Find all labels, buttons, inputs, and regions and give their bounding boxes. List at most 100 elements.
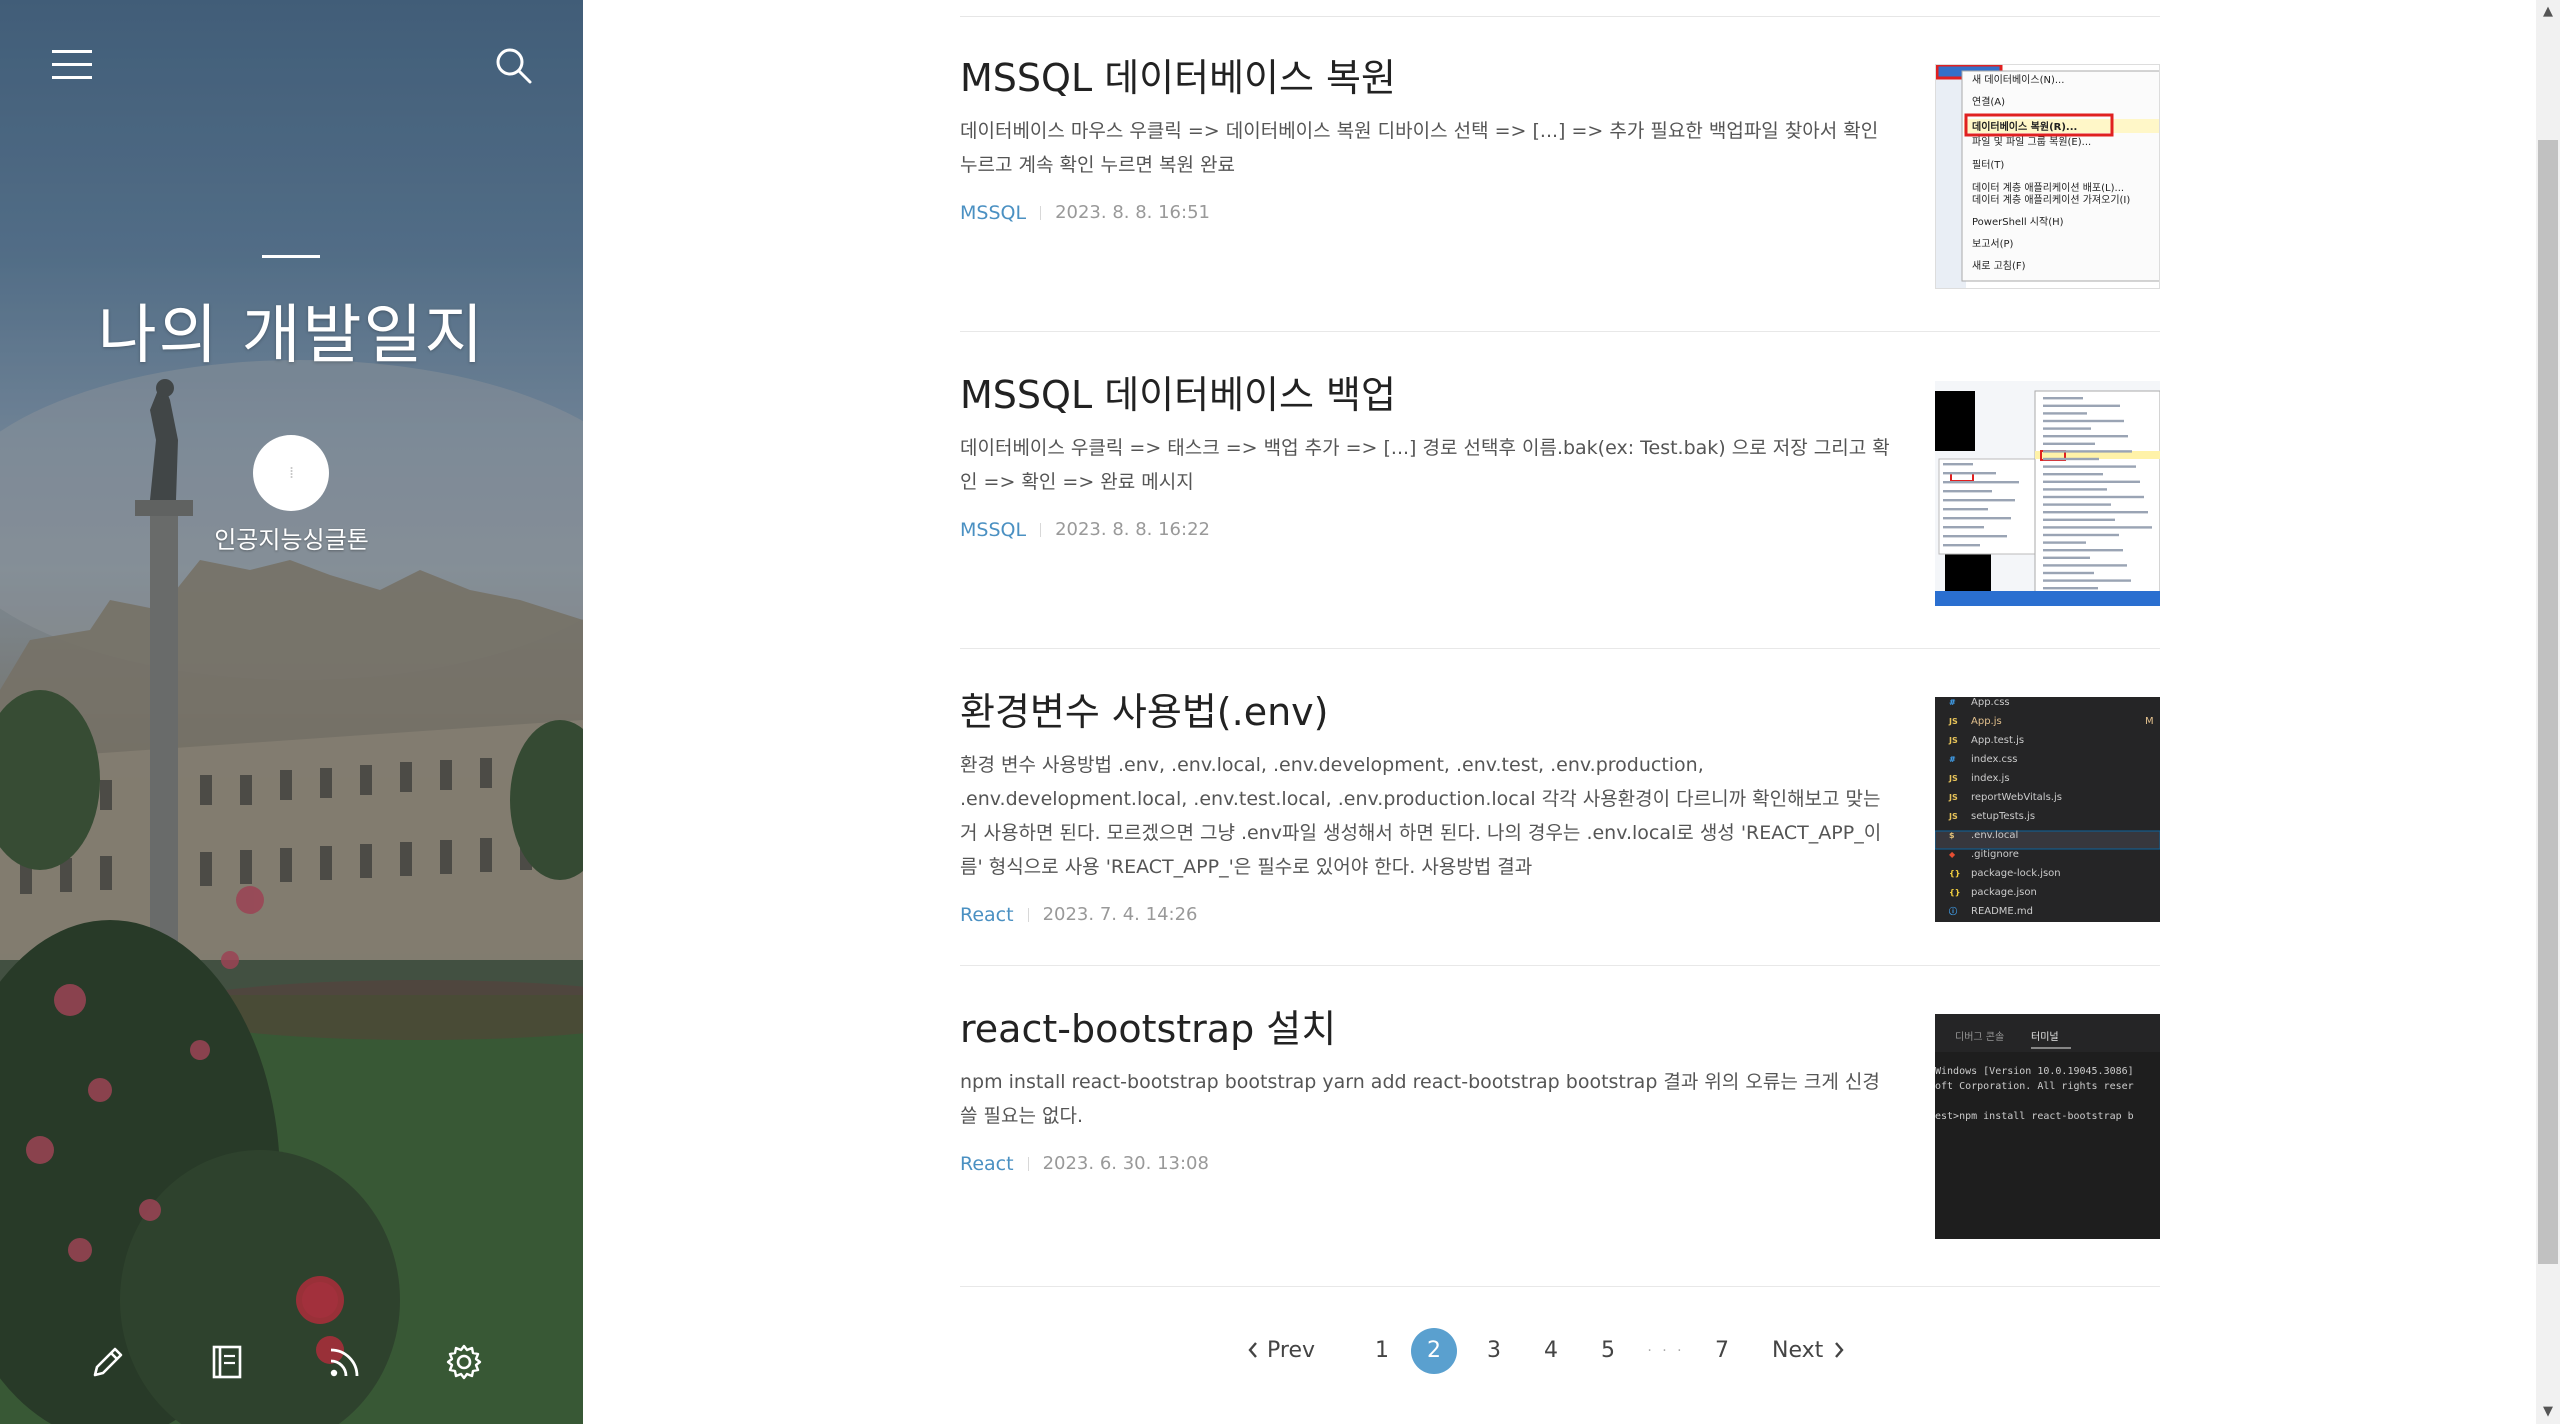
sidebar: 나의 개발일지 ⁞ 인공지능싱글톤 <box>0 0 583 1424</box>
menu-line <box>2043 465 2136 468</box>
post-item: MSSQL 데이터베이스 백업 데이터베이스 우클릭 => 태스크 => 백업 … <box>960 371 2160 649</box>
page-ellipsis: · · · <box>1647 1343 1685 1359</box>
post-title[interactable]: MSSQL 데이터베이스 백업 <box>960 371 1895 419</box>
file-name: App.test.js <box>1971 735 2024 746</box>
rss-button[interactable] <box>321 1338 369 1386</box>
menu-item-text: 보고서(P) <box>1972 238 2014 250</box>
next-label: Next <box>1772 1338 1824 1363</box>
post-title[interactable]: 환경변수 사용법(.env) <box>960 688 1895 736</box>
meta-separator <box>1040 206 1042 220</box>
next-page-button[interactable]: Next <box>1772 1328 1852 1374</box>
menu-item-text: 새 데이터베이스(N)... <box>1972 74 2064 86</box>
file-type-icon: ◆ <box>1949 850 1956 859</box>
post-thumbnail[interactable]: # App.css JS App.js JS App.test.js # index.css J… <box>1935 697 2160 922</box>
file-type-icon: JS <box>1948 736 1958 745</box>
page-2-current[interactable]: 2 <box>1411 1328 1457 1374</box>
terminal-line: Windows [Version 10.0.19045.3086] <box>1935 1066 2134 1077</box>
menu-line <box>2043 480 2140 483</box>
menu-item-text: 연결(A) <box>1972 96 2005 108</box>
menu-line <box>2043 404 2120 407</box>
post-date: 2023. 8. 8. 16:51 <box>1055 202 1210 223</box>
post-thumbnail[interactable]: 새 데이터베이스(N)... 연결(A) 데이터베이스 복원(R)... 파일 및 파… <box>1935 64 2160 289</box>
page-5[interactable]: 5 <box>1593 1328 1623 1374</box>
meta-separator <box>1040 523 1042 537</box>
post-list: MSSQL 데이터베이스 복원 데이터베이스 마우스 우클릭 => 데이터베이스… <box>583 0 2536 1424</box>
post-text: react-bootstrap 설치 npm install react-boo… <box>960 1005 1895 1181</box>
file-type-icon: JS <box>1948 793 1958 802</box>
file-name: package-lock.json <box>1971 868 2061 879</box>
post-date: 2023. 6. 30. 13:08 <box>1042 1153 1209 1174</box>
post-excerpt[interactable]: 데이터베이스 마우스 우클릭 => 데이터베이스 복원 디바이스 선택 => [… <box>960 114 1895 182</box>
page-1[interactable]: 1 <box>1367 1328 1397 1374</box>
scroll-down-arrow-icon[interactable]: ▼ <box>2540 1404 2556 1420</box>
scrollbar-thumb[interactable] <box>2538 140 2558 1264</box>
tree-line <box>1943 517 2011 520</box>
backup-screenshot <box>1935 381 2160 606</box>
post-meta: React 2023. 7. 4. 14:26 <box>960 898 1895 932</box>
menu-line <box>2043 397 2083 400</box>
scroll-up-arrow-icon[interactable]: ▲ <box>2540 4 2556 20</box>
blog-title[interactable]: 나의 개발일지 <box>0 284 583 376</box>
post-title[interactable]: MSSQL 데이터베이스 복원 <box>960 54 1895 102</box>
post-excerpt[interactable]: 환경 변수 사용방법 .env, .env.local, .env.develo… <box>960 748 1895 884</box>
tree-line <box>1943 535 2007 538</box>
meta-separator <box>1027 1157 1029 1171</box>
terminal-line: oft Corporation. All rights reser <box>1935 1081 2134 1092</box>
post-category[interactable]: MSSQL <box>960 513 1026 547</box>
tree-line <box>1943 544 1980 547</box>
page-4[interactable]: 4 <box>1536 1328 1566 1374</box>
post-category[interactable]: MSSQL <box>960 196 1026 230</box>
tree-line <box>1943 463 1973 466</box>
file-type-icon: {} <box>1949 888 1960 897</box>
file-type-icon: JS <box>1948 717 1958 726</box>
post-thumbnail[interactable]: 디버그 콘솔 터미널 Windows [Version 10.0.19045.30… <box>1935 1014 2160 1239</box>
divider <box>960 16 2160 17</box>
post-category[interactable]: React <box>960 1147 1014 1181</box>
profile-avatar[interactable]: ⁞ <box>253 435 329 511</box>
file-name: package.json <box>1971 887 2037 898</box>
menu-line <box>2043 488 2107 491</box>
terminal-screenshot: 디버그 콘솔 터미널 Windows [Version 10.0.19045.30… <box>1935 1014 2160 1239</box>
tree-line <box>1943 490 1992 493</box>
post-excerpt[interactable]: 데이터베이스 우클릭 => 태스크 => 백업 추가 => [...] 경로 선… <box>960 431 1895 499</box>
file-type-icon: JS <box>1948 774 1958 783</box>
title-rule <box>262 255 320 258</box>
page-7[interactable]: 7 <box>1707 1328 1737 1374</box>
gear-icon <box>446 1344 482 1380</box>
divider <box>960 331 2160 332</box>
prev-page-button[interactable]: Prev <box>1247 1328 1327 1374</box>
page-3[interactable]: 3 <box>1479 1328 1509 1374</box>
terminal-tab: 디버그 콘솔 <box>1955 1031 2004 1043</box>
write-post-button[interactable] <box>84 1338 132 1386</box>
menu-line <box>2043 571 2094 575</box>
file-explorer-screenshot: # App.css JS App.js JS App.test.js # index.css J… <box>1935 697 2160 922</box>
post-date: 2023. 7. 4. 14:26 <box>1042 904 1198 925</box>
post-text: MSSQL 데이터베이스 백업 데이터베이스 우클릭 => 태스크 => 백업 … <box>960 371 1895 547</box>
avatar-placeholder-icon: ⁞ <box>288 463 294 482</box>
divider <box>960 1286 2160 1287</box>
menu-item-text: 데이터베이스 복원(R)... <box>1972 120 2077 133</box>
menu-line <box>2043 495 2144 499</box>
menu-line <box>2043 541 2086 544</box>
context-menu-screenshot: 새 데이터베이스(N)... 연결(A) 데이터베이스 복원(R)... 파일 및 파… <box>1936 65 2159 288</box>
menu-line <box>2043 533 2119 537</box>
post-title[interactable]: react-bootstrap 설치 <box>960 1005 1895 1053</box>
menu-button[interactable] <box>44 40 100 90</box>
file-type-icon: $ <box>1949 831 1955 840</box>
notebook-icon <box>212 1345 242 1379</box>
post-excerpt[interactable]: npm install react-bootstrap bootstrap ya… <box>960 1065 1895 1133</box>
guestbook-button[interactable] <box>203 1338 251 1386</box>
post-item: MSSQL 데이터베이스 복원 데이터베이스 마우스 우클릭 => 데이터베이스… <box>960 54 2160 332</box>
post-category[interactable]: React <box>960 898 1014 932</box>
file-type-icon: ⓘ <box>1949 906 1957 916</box>
menu-line <box>2043 435 2128 438</box>
profile-name[interactable]: 인공지능싱글톤 <box>0 520 583 555</box>
settings-button[interactable] <box>440 1338 488 1386</box>
post-thumbnail[interactable] <box>1935 381 2160 606</box>
tree-line <box>1943 508 1988 511</box>
search-button[interactable] <box>488 40 540 92</box>
tree-line <box>1943 499 2015 502</box>
pencil-icon <box>93 1347 123 1377</box>
post-date: 2023. 8. 8. 16:22 <box>1055 519 1210 540</box>
file-name: .gitignore <box>1971 849 2019 860</box>
